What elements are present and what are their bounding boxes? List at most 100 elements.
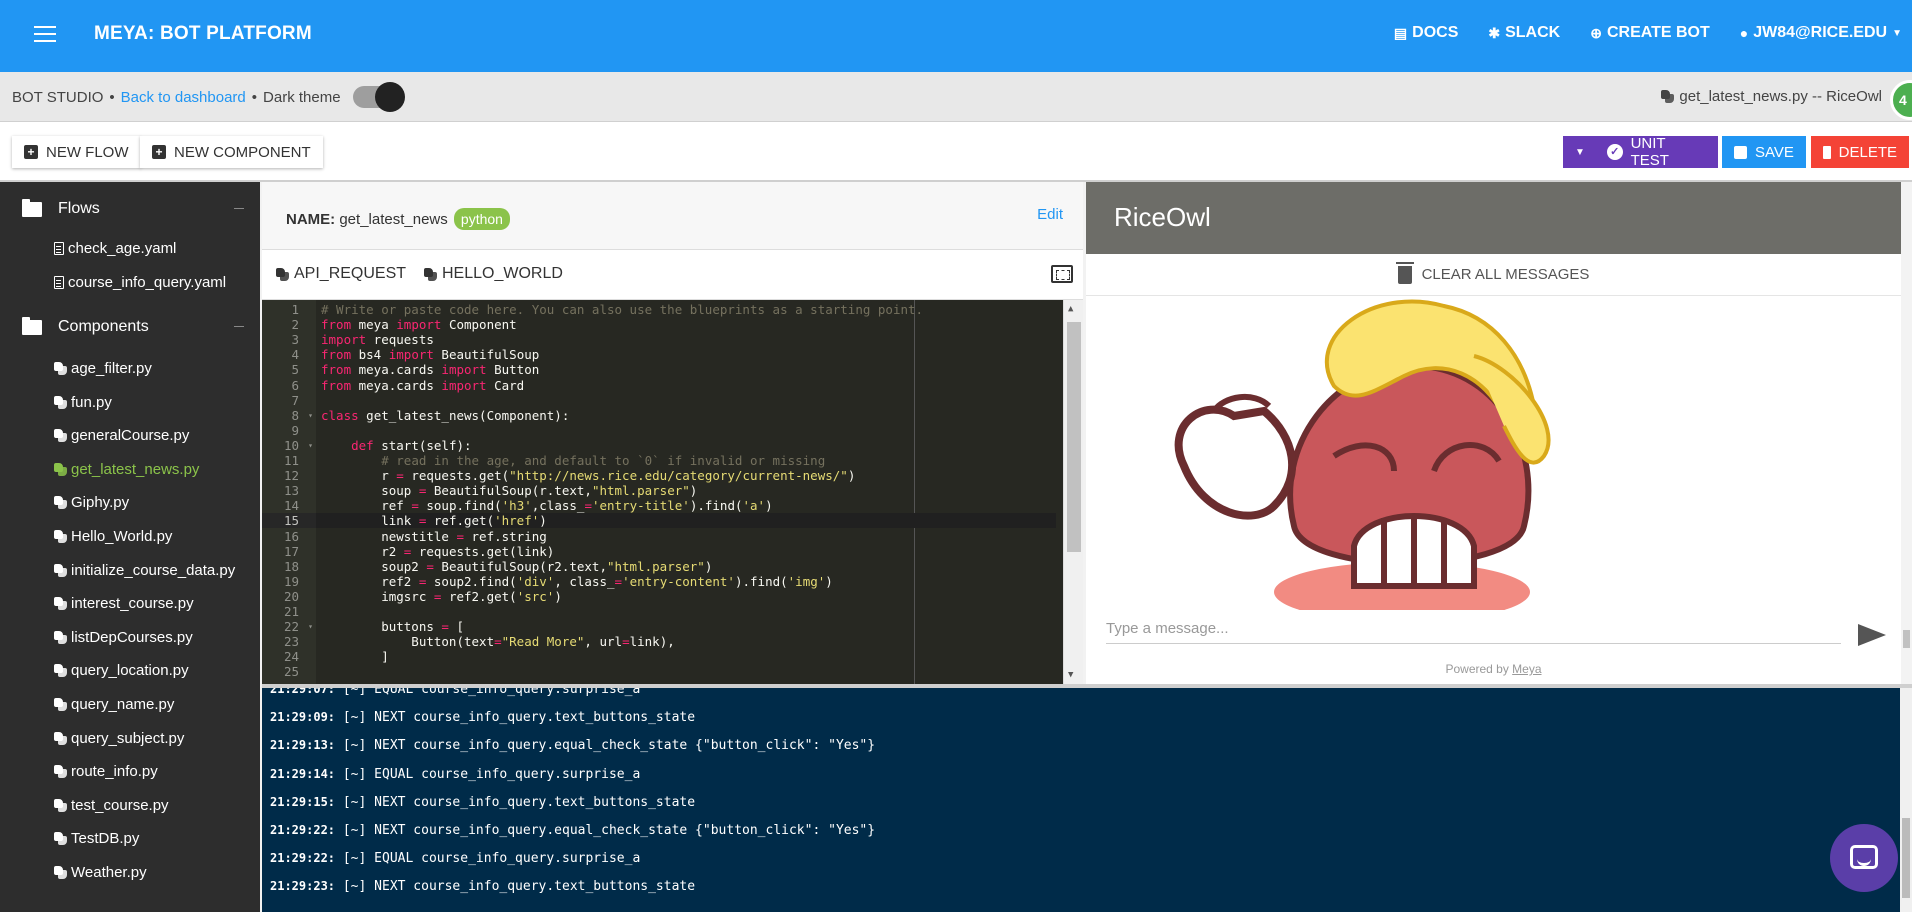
fold-arrow-icon[interactable]: ▾ [308,408,313,423]
print-margin [914,300,915,684]
scrollbar-thumb[interactable] [1067,322,1081,552]
plus-square-icon: + [152,145,166,159]
line-number: 16 [283,528,299,544]
component-file-item[interactable]: TestDB.py [54,830,139,847]
component-file-item[interactable]: listDepCourses.py [54,629,193,646]
scrollbar-thumb[interactable] [1902,818,1910,898]
separator-dot: • [251,88,258,106]
file-label: route_info.py [71,763,158,781]
scroll-down-icon[interactable]: ▼ [1068,670,1073,680]
plus-circle-icon: ⊕ [1590,24,1602,41]
components-section-header[interactable]: Components [22,316,244,336]
log-line: 21:29:23: [~] NEXT course_info_query.tex… [270,879,695,894]
folder-icon [22,316,42,335]
component-file-item[interactable]: Hello_World.py [54,528,172,545]
language-badge: python [453,208,510,230]
dropdown-caret-icon[interactable]: ▼ [1575,147,1585,158]
component-file-item[interactable]: route_info.py [54,763,158,780]
gif-message-image [1144,296,1682,610]
support-chat-launcher[interactable] [1830,824,1898,892]
component-file-item[interactable]: get_latest_news.py [54,461,199,478]
component-file-item[interactable]: query_subject.py [54,730,184,747]
log-text: [~] NEXT course_info_query.text_buttons_… [335,879,696,895]
file-label: course_info_query.yaml [68,274,227,291]
new-flow-label: NEW FLOW [46,143,129,161]
log-line: 21:29:13: [~] NEXT course_info_query.equ… [270,738,875,753]
code-line: from meya.cards import Card [321,377,525,393]
line-number: 17 [283,543,299,559]
fullscreen-icon[interactable] [1051,265,1073,283]
app-brand[interactable]: MEYA: BOT PLATFORM [94,23,312,45]
new-component-button[interactable]: + NEW COMPONENT [140,136,323,168]
delete-button[interactable]: DELETE [1811,136,1909,168]
collapse-icon[interactable] [234,208,244,209]
code-line: import requests [321,332,434,348]
flows-section-header[interactable]: Flows [22,198,244,218]
hamburger-menu-icon[interactable] [34,26,56,42]
component-file-item[interactable]: generalCourse.py [54,427,189,444]
component-file-item[interactable]: query_name.py [54,696,174,713]
component-file-item[interactable]: initialize_course_data.py [54,562,235,579]
line-number: 12 [283,468,299,484]
code-line: link = ref.get('href') [321,513,547,529]
line-number: 6 [291,377,299,393]
notification-badge[interactable]: 4 [1890,80,1912,120]
edit-name-link[interactable]: Edit [1037,206,1063,223]
send-icon[interactable] [1858,624,1886,646]
component-file-item[interactable]: interest_course.py [54,595,194,612]
component-file-item[interactable]: Weather.py [54,864,147,881]
angry-cartoon-image [1174,299,1551,610]
meya-link[interactable]: Meya [1512,662,1541,676]
editor-scrollbar[interactable]: ▲ ▼ [1063,300,1083,684]
clear-messages-button[interactable]: CLEAR ALL MESSAGES [1086,254,1901,296]
python-icon [54,798,67,812]
slack-icon: ✱ [1488,24,1501,41]
log-timestamp: 21:29:15: [270,794,336,809]
new-flow-button[interactable]: + NEW FLOW [12,136,141,168]
component-file-item[interactable]: test_course.py [54,797,169,814]
powered-by: Powered by Meya [1086,662,1901,676]
log-text: [~] EQUAL course_info_query.surprise_a [335,766,641,782]
fold-arrow-icon[interactable]: ▾ [308,619,313,634]
log-scrollbar[interactable] [1900,688,1912,912]
chat-scrollbar[interactable] [1901,182,1912,684]
studio-bar: BOT STUDIO • Back to dashboard • Dark them… [0,72,1912,122]
code-line: buttons = [ [321,619,465,635]
slack-link[interactable]: ✱ SLACK [1488,24,1560,42]
scrollbar-thumb[interactable] [1903,630,1910,648]
flow-file-item[interactable]: course_info_query.yaml [54,274,226,291]
component-file-item[interactable]: query_location.py [54,662,189,679]
log-line: 21:29:22: [~] NEXT course_info_query.equ… [270,823,875,838]
python-icon [54,530,67,543]
components-label: Components [58,318,149,335]
save-label: SAVE [1755,143,1794,161]
python-icon [54,866,67,879]
chat-preview-panel: RiceOwl CLEAR ALL MESSAGES Type a messag… [1086,182,1912,684]
create-bot-link[interactable]: ⊕ CREATE BOT [1590,24,1710,42]
docs-label: DOCS [1412,24,1459,41]
component-file-item[interactable]: fun.py [54,394,112,411]
save-button[interactable]: SAVE [1722,136,1806,168]
blueprint-hello-world[interactable]: HELLO_WORLD [424,265,563,283]
collapse-icon[interactable] [234,326,244,327]
blueprint-api-request[interactable]: API_REQUEST [276,265,406,283]
message-input[interactable]: Type a message... [1106,614,1841,644]
back-to-dashboard-link[interactable]: Back to dashboard [121,89,246,106]
dark-theme-toggle[interactable] [352,82,405,112]
log-line: 21:29:07: [~] EQUAL course_info_query.su… [270,688,640,697]
file-label: check_age.yaml [68,240,177,257]
code-editor[interactable]: 1 # Write or paste code here. You can als… [262,300,1083,684]
user-menu[interactable]: ● JW84@RICE.EDU ▼ [1740,24,1902,42]
component-file-item[interactable]: age_filter.py [54,360,152,377]
clear-all-icon [1395,261,1414,284]
check-circle-icon: ✓ [1606,144,1623,160]
scroll-up-icon[interactable]: ▲ [1068,304,1073,314]
component-file-item[interactable]: Giphy.py [54,494,129,511]
log-line: 21:29:09: [~] NEXT course_info_query.tex… [270,710,695,725]
flow-file-item[interactable]: check_age.yaml [54,240,176,257]
docs-link[interactable]: ▤ DOCS [1394,24,1458,42]
fold-arrow-icon[interactable]: ▾ [308,438,313,453]
flows-label: Flows [58,200,100,217]
log-timestamp: 21:29:23: [270,879,336,894]
unit-test-button[interactable]: ▼ ✓ UNIT TEST [1563,135,1718,169]
